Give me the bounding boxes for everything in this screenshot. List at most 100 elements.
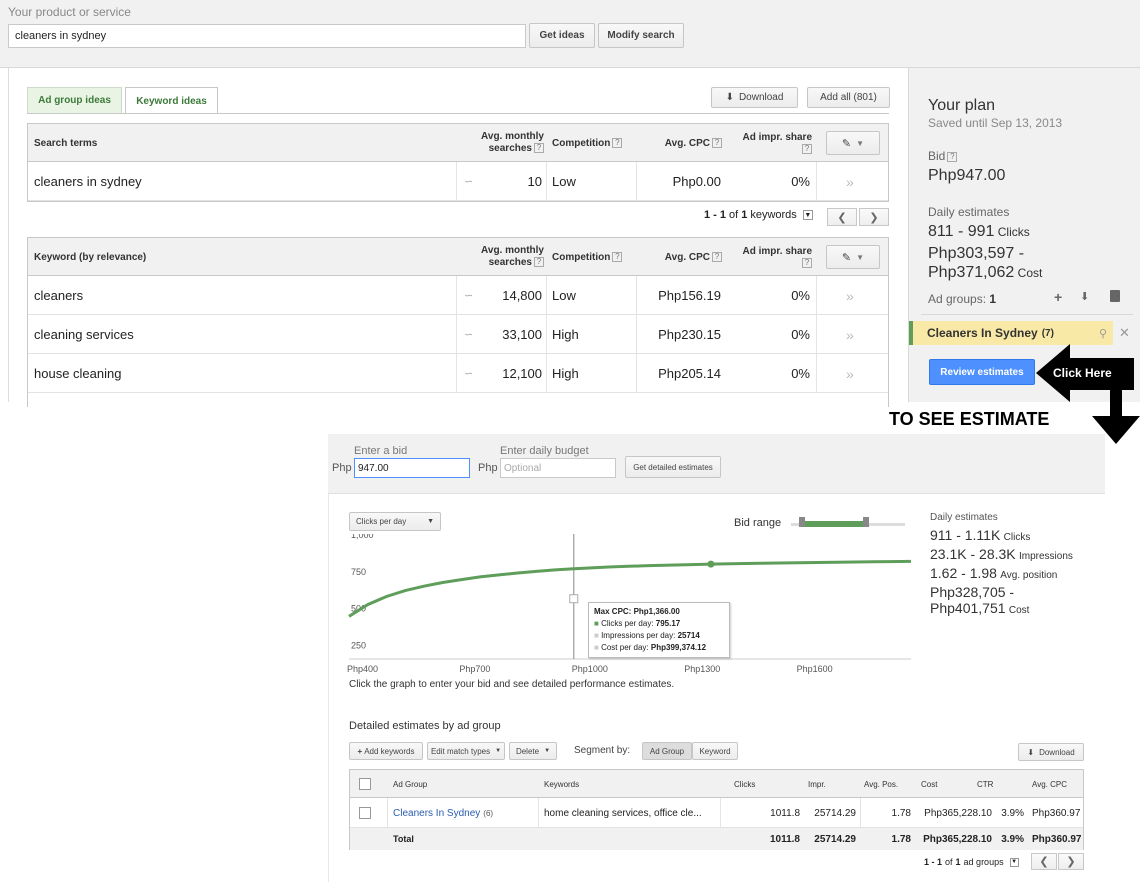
- edit-match-types-button[interactable]: Edit match types ▼: [427, 742, 505, 760]
- modify-search-button[interactable]: Modify search: [598, 23, 684, 48]
- add-all-button[interactable]: Add all (801): [807, 87, 890, 108]
- plan-cost-line1: Php303,597 -: [928, 245, 1025, 262]
- bid-range-handle-right[interactable]: [863, 517, 869, 527]
- table-row[interactable]: cleaners ∽ 14,800 Low Php156.19 0% »: [28, 276, 888, 315]
- row-cost: Php365,228.10: [924, 807, 992, 819]
- table-row[interactable]: Cleaners In Sydney (6) home cleaning ser…: [350, 798, 1083, 828]
- col-keyword: Keyword (by relevance): [34, 251, 147, 263]
- trash-icon[interactable]: [1110, 290, 1120, 302]
- help-icon[interactable]: ?: [612, 138, 623, 148]
- help-icon[interactable]: ?: [712, 138, 722, 148]
- help-icon[interactable]: ?: [802, 258, 812, 268]
- chart-icon[interactable]: ∽: [464, 162, 473, 201]
- row-ad-group[interactable]: Cleaners In Sydney (6): [393, 798, 493, 828]
- next-page-button[interactable]: ❯: [1058, 853, 1084, 870]
- help-icon[interactable]: ?: [534, 143, 544, 154]
- detail-title: Detailed estimates by ad group: [349, 720, 501, 732]
- chevron-right-icon[interactable]: »: [846, 162, 854, 201]
- bid-marker-point: [707, 560, 715, 568]
- budget-input[interactable]: Optional: [500, 458, 616, 478]
- table-row[interactable]: cleaning services ∽ 33,100 High Php230.15 0% »: [28, 315, 888, 354]
- col-cost: Cost: [921, 779, 938, 789]
- detail-download-button[interactable]: ⬇ Download: [1018, 743, 1084, 761]
- chart-icon[interactable]: ∽: [464, 315, 473, 354]
- row-checkbox[interactable]: [359, 807, 371, 819]
- row-share: 0%: [791, 288, 810, 303]
- help-icon[interactable]: ?: [712, 252, 722, 262]
- pencil-icon: ✎: [841, 137, 852, 150]
- table-row[interactable]: cleaners in sydney ∽ 10 Low Php0.00 0% »: [28, 162, 888, 201]
- chevron-right-icon[interactable]: »: [846, 276, 854, 315]
- chevron-right-icon[interactable]: »: [846, 354, 854, 393]
- help-icon[interactable]: ?: [612, 252, 623, 262]
- col-avg-cpc: Avg. CPC: [1032, 779, 1067, 789]
- estimate-toolbar: Enter a bid Php 947.00 Enter daily budge…: [328, 434, 1105, 494]
- tab-keyword-ideas[interactable]: Keyword ideas: [125, 87, 218, 114]
- download-icon[interactable]: ⬇: [1080, 290, 1089, 303]
- row-searches: 33,100: [502, 327, 542, 342]
- metric-select[interactable]: Clicks per day ▼: [349, 512, 441, 531]
- x-tick-label: Php1300: [684, 664, 720, 674]
- prev-page-button[interactable]: ❮: [1031, 853, 1057, 870]
- col-avg-monthly: Avg. monthly searches?: [481, 131, 544, 154]
- row-share: 0%: [791, 327, 810, 342]
- col-ad-impr-share: Ad impr. share ?: [742, 132, 812, 154]
- product-search-input[interactable]: cleaners in sydney: [8, 24, 526, 48]
- row-keyword: house cleaning: [34, 366, 122, 381]
- pagination-menu-icon[interactable]: ▼: [1009, 857, 1019, 867]
- tooltip-max-cpc: Max CPC: Php1,366.00: [594, 607, 680, 616]
- chevron-right-icon[interactable]: »: [846, 315, 854, 354]
- est-daily-label: Daily estimates: [930, 512, 998, 523]
- chart-icon[interactable]: ∽: [464, 276, 473, 315]
- search-header: Your product or service cleaners in sydn…: [0, 0, 1140, 68]
- row-competition: High: [552, 327, 579, 342]
- get-ideas-button[interactable]: Get ideas: [529, 23, 595, 48]
- add-keywords-button[interactable]: + Add keywords: [349, 742, 423, 760]
- bid-range-handle-left[interactable]: [799, 517, 805, 527]
- segment-keyword-button[interactable]: Keyword: [692, 742, 738, 760]
- segment-adgroup-button[interactable]: Ad Group: [642, 742, 692, 760]
- plus-icon[interactable]: +: [1054, 289, 1062, 305]
- download-button[interactable]: ⬇ Download: [711, 87, 798, 108]
- select-all-checkbox[interactable]: [359, 778, 371, 790]
- plan-title: Your plan: [928, 97, 996, 114]
- get-detailed-estimates-button[interactable]: Get detailed estimates: [625, 456, 721, 478]
- row-competition: Low: [552, 288, 576, 303]
- click-here-annotation: Click Here: [1053, 366, 1112, 380]
- col-avg-monthly: Avg. monthly searches?: [481, 245, 544, 268]
- pencil-icon: ✎: [841, 251, 852, 264]
- detail-table: Ad Group Keywords Clicks Impr. Avg. Pos.…: [349, 769, 1084, 850]
- tab-ad-group-ideas[interactable]: Ad group ideas: [27, 87, 122, 113]
- delete-button[interactable]: Delete ▼: [509, 742, 557, 760]
- total-impr: 25714.29: [814, 833, 856, 845]
- help-icon[interactable]: ?: [802, 144, 812, 154]
- column-edit-button[interactable]: ✎ ▼: [826, 131, 880, 155]
- help-icon[interactable]: ?: [534, 257, 544, 268]
- help-icon[interactable]: ?: [947, 151, 958, 162]
- download-label: Download: [738, 92, 784, 103]
- est-impressions: 23.1K - 28.3K Impressions: [930, 546, 1073, 562]
- tab-divider: [27, 113, 889, 114]
- column-edit-button[interactable]: ✎ ▼: [826, 245, 880, 269]
- row-cpc: Php205.14: [658, 366, 721, 381]
- col-ctr: CTR: [977, 779, 994, 789]
- est-position: 1.62 - 1.98 Avg. position: [930, 565, 1058, 581]
- col-impr: Impr.: [808, 779, 826, 789]
- plan-bid-label: Bid?: [928, 149, 958, 163]
- chart-icon[interactable]: ∽: [464, 354, 473, 393]
- download-icon: ⬇: [1027, 747, 1035, 757]
- caret-down-icon: ▼: [544, 748, 551, 754]
- col-avg-pos: Avg. Pos.: [864, 779, 899, 789]
- product-label: Your product or service: [8, 5, 131, 19]
- total-label: Total: [393, 834, 414, 844]
- prev-page-button[interactable]: ❮: [827, 208, 857, 226]
- review-estimates-button[interactable]: Review estimates: [929, 359, 1035, 385]
- total-row: Total 1011.8 25714.29 1.78 Php365,228.10…: [350, 828, 1083, 850]
- next-page-button[interactable]: ❯: [859, 208, 889, 226]
- bid-input[interactable]: 947.00: [354, 458, 470, 478]
- plan-bid-value[interactable]: Php947.00: [928, 167, 1005, 185]
- keyword-header: Keyword (by relevance) Avg. monthly sear…: [28, 238, 888, 276]
- total-avg-pos: 1.78: [891, 833, 911, 845]
- table-row[interactable]: house cleaning ∽ 12,100 High Php205.14 0% »: [28, 354, 888, 393]
- pagination-menu-icon[interactable]: ▼: [802, 210, 813, 220]
